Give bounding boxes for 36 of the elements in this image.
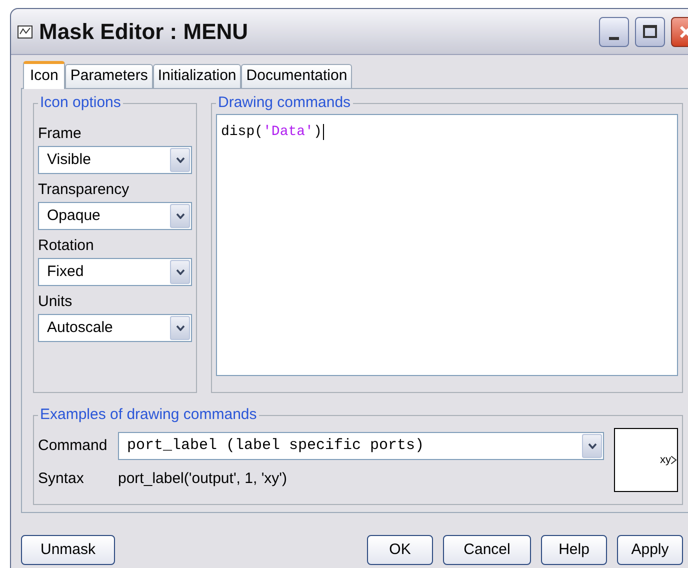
field-label: Syntax (38, 469, 85, 489)
app-icon (17, 24, 33, 40)
group-title: Examples of drawing commands (38, 405, 259, 425)
dropdown[interactable]: Autoscale (38, 314, 192, 342)
dialog-button[interactable]: OK (367, 535, 433, 565)
dialog-button[interactable]: Cancel (443, 535, 531, 565)
tab[interactable]: Parameters (65, 64, 153, 88)
tab[interactable]: Initialization (152, 64, 242, 88)
field-label: Frame (38, 124, 82, 144)
caret-icon (176, 157, 184, 163)
tab[interactable]: Documentation (241, 64, 352, 88)
dropdown[interactable]: Opaque (38, 202, 192, 230)
caret-icon (588, 443, 596, 449)
caret-icon (176, 213, 184, 219)
group-title: Drawing commands (216, 93, 353, 113)
tab[interactable]: Icon (23, 61, 66, 89)
code-line: disp('Data') (221, 124, 324, 140)
dropdown[interactable]: port_label (label specific ports) (118, 432, 604, 460)
dropdown[interactable]: Fixed (38, 258, 192, 286)
caret-icon (176, 325, 184, 331)
maximize-button[interactable] (635, 16, 665, 46)
field-label: Units (38, 292, 74, 312)
dialog-button[interactable]: Apply (617, 535, 683, 565)
field-label: Command (38, 436, 108, 456)
code-editor[interactable]: disp('Data') (216, 114, 678, 376)
minimize-button[interactable] (599, 16, 629, 46)
caret-icon (176, 269, 184, 275)
dropdown[interactable]: Visible (38, 146, 192, 174)
field-label: Rotation (38, 236, 95, 256)
dialog-button[interactable]: Unmask (21, 535, 115, 565)
dialog-button[interactable]: Help (541, 535, 607, 565)
group-title: Icon options (38, 93, 123, 113)
syntax-text: port_label('output', 1, 'xy') (118, 469, 288, 489)
port-label: xy (660, 452, 671, 468)
field-label: Transparency (38, 180, 130, 200)
window-title: Mask Editor : MENU (39, 18, 248, 46)
